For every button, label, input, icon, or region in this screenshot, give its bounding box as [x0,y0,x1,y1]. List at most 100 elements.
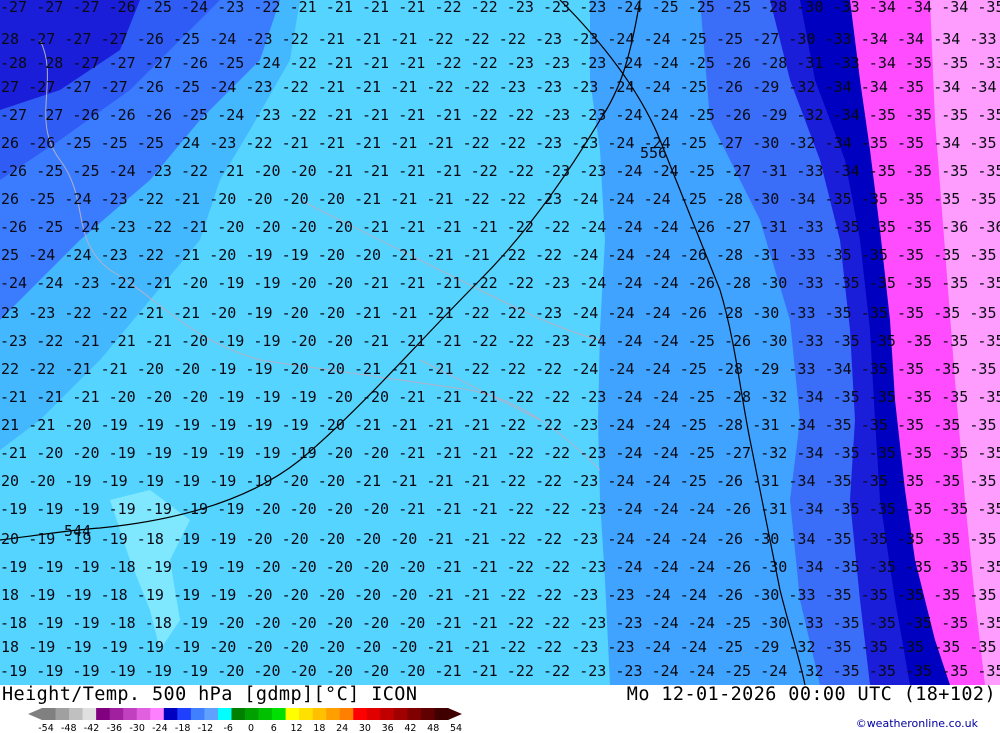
temperature-value: -35 [933,586,960,604]
temperature-value: -18 [137,530,164,548]
temperature-value: -24 [688,614,715,632]
temperature-value: -23 [571,530,598,548]
temperature-value: -20 [390,586,417,604]
temperature-value: -22 [507,106,534,124]
temperature-value: -24 [571,190,598,208]
temperature-value: -34 [825,134,852,152]
temperature-value: -20 [362,558,389,576]
temperature-value: -19 [173,586,200,604]
temperature-value: -35 [825,304,852,322]
temperature-value: -21 [398,388,425,406]
temperature-value: -23 [535,304,562,322]
temperature-value: -21 [173,190,200,208]
temperature-value: -19 [28,530,55,548]
temperature-value: -24 [688,662,715,680]
temperature-value: -20 [290,558,317,576]
temperature-value: -24 [688,500,715,518]
temperature-value: -21 [318,134,345,152]
temperature-value: -26 [181,54,208,72]
scale-swatch [190,708,205,720]
temperature-value: -20 [282,586,309,604]
temperature-value: -19 [101,530,128,548]
temperature-value: -35 [897,530,924,548]
scale-swatch [366,708,381,720]
temperature-value: -35 [977,558,1000,576]
temperature-value: -23 [499,78,526,96]
temperature-value: -20 [290,662,317,680]
temperature-value: -24 [680,638,707,656]
temperature-value: -25 [680,78,707,96]
scale-tick-label: 12 [291,723,303,733]
temperature-value: -22 [28,360,55,378]
temperature-value: -31 [752,416,779,434]
temperature-value: -34 [833,162,860,180]
temperature-value: -35 [905,106,932,124]
scale-swatch [204,708,219,720]
temperature-value: -30 [752,304,779,322]
temperature-value: -35 [833,274,860,292]
temperature-value: -22 [499,586,526,604]
temperature-value: -21 [362,218,389,236]
temperature-value: -22 [426,78,453,96]
scale-tick-label: 36 [382,723,394,733]
temperature-value: -22 [245,134,272,152]
scale-tick-label: 6 [271,723,277,733]
temperature-value: -22 [463,304,490,322]
temperature-value: -23 [543,54,570,72]
temperature-value: -35 [861,530,888,548]
temperature-value: -22 [471,106,498,124]
temperature-value: -35 [941,662,968,680]
temperature-value: -19 [72,614,99,632]
temperature-value: -24 [607,134,634,152]
temperature-value: -21 [64,360,91,378]
temperature-value: -22 [290,106,317,124]
temperature-value: -23 [535,30,562,48]
temperature-value: -19 [173,416,200,434]
temperature-value: -34 [933,134,960,152]
scale-swatch [82,708,97,720]
scale-swatch [96,708,111,720]
temperature-value: -35 [833,444,860,462]
temperature-value: -31 [752,472,779,490]
temperature-value: -19 [217,558,244,576]
temperature-value: -25 [688,388,715,406]
temperature-value: -25 [145,0,172,16]
temperature-value: -18 [109,558,136,576]
temperature-row: -27-27-27-27-26-25-24-23-22-21-21-21-22-… [0,78,996,96]
temperature-value: -29 [752,78,779,96]
temperature-value: -27 [101,30,128,48]
temperature-value: -21 [434,218,461,236]
temperature-value: -35 [861,586,888,604]
temperature-value: -21 [426,134,453,152]
temperature-value: -22 [507,218,534,236]
temperature-value: -33 [796,332,823,350]
temperature-row: -20-20-19-19-19-19-19-19-20-20-21-21-21-… [0,472,996,490]
temperature-value: -35 [977,388,1000,406]
temperature-value: -25 [64,134,91,152]
temperature-value: -23 [571,638,598,656]
temperature-value: -20 [318,586,345,604]
temperature-value: -30 [760,614,787,632]
temperature-value: -20 [282,530,309,548]
temperature-value: -20 [0,530,19,548]
temperature-value: -23 [145,162,172,180]
temperature-value: -24 [209,30,236,48]
temperature-value: -21 [137,304,164,322]
temperature-value: -24 [652,218,679,236]
temperature-value: -20 [362,388,389,406]
temperature-value: -34 [825,78,852,96]
temperature-value: -21 [463,472,490,490]
temperature-value: -25 [716,30,743,48]
temperature-value: -35 [833,614,860,632]
temperature-value: -23 [543,162,570,180]
temperature-value: -22 [507,388,534,406]
temperature-value: -23 [507,0,534,16]
temperature-value: -20 [209,304,236,322]
temperature-value: -21 [390,246,417,264]
temperature-value: -23 [607,638,634,656]
temperature-value: -21 [471,444,498,462]
temperature-value: -34 [969,78,996,96]
credit-link[interactable]: ©weatheronline.co.uk [856,717,978,730]
temperature-value: -33 [788,246,815,264]
temperature-value: -20 [318,416,345,434]
